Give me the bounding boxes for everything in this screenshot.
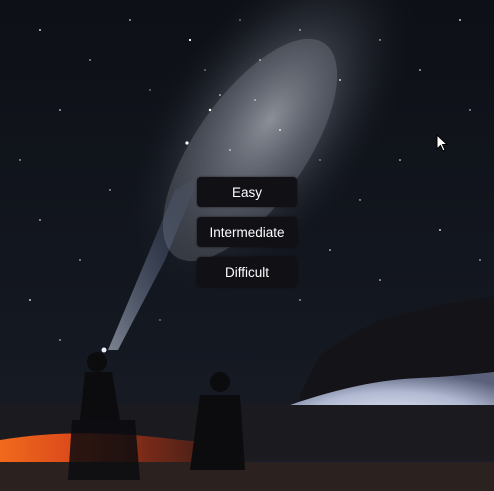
easy-button[interactable]: Easy <box>197 177 297 207</box>
difficult-button[interactable]: Difficult <box>197 257 297 287</box>
mouse-pointer-icon <box>436 134 448 152</box>
intermediate-button[interactable]: Intermediate <box>197 217 297 247</box>
difficulty-menu: Easy Intermediate Difficult <box>197 177 297 287</box>
